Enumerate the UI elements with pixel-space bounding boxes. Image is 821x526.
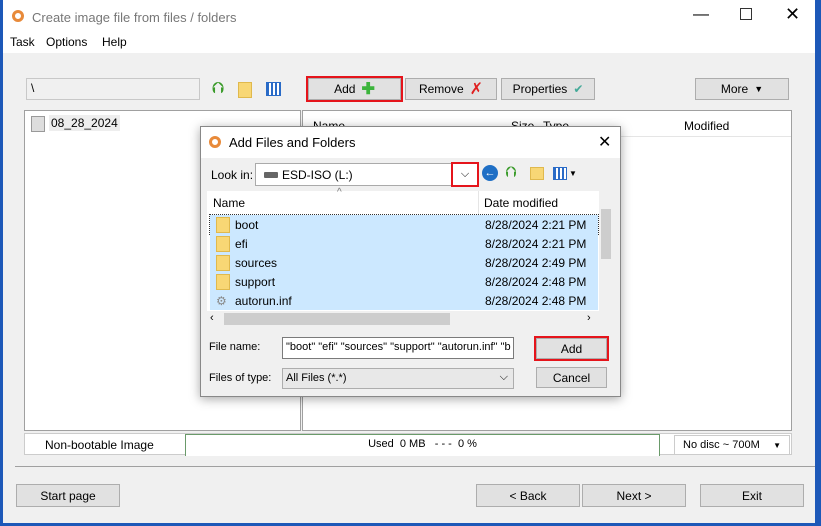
folder-icon (216, 273, 230, 290)
disc-image-icon (31, 116, 45, 132)
column-date-modified[interactable]: Date modified (484, 196, 558, 210)
item-date: 8/28/2024 2:48 PM (485, 293, 587, 308)
list-item[interactable]: ⚙ autorun.inf 8/28/2024 2:48 PM (210, 291, 598, 310)
dropdown-arrow-icon: ▼ (773, 441, 781, 450)
item-name: sources (235, 255, 278, 270)
add-label: Add (334, 82, 356, 96)
new-folder-icon[interactable] (530, 167, 544, 180)
item-date: 8/28/2024 2:21 PM (485, 236, 587, 251)
item-name: efi (235, 236, 248, 251)
separator (15, 466, 815, 467)
vertical-scrollbar[interactable] (599, 191, 613, 311)
sort-arrow-icon: ^ (337, 187, 342, 198)
remove-button[interactable]: Remove ✗ (405, 78, 497, 100)
app-icon (12, 10, 24, 22)
dialog-title-bar: Add Files and Folders ✕ (201, 127, 620, 158)
dialog-title: Add Files and Folders (229, 135, 356, 150)
view-menu-icon[interactable] (553, 167, 567, 180)
add-button[interactable]: Add ✚ (306, 76, 403, 102)
chevron-down-icon: ⌵ (499, 371, 508, 383)
path-input[interactable]: \ (26, 78, 200, 100)
item-date: 8/28/2024 2:21 PM (485, 217, 587, 232)
menu-task[interactable]: Task (10, 35, 35, 49)
minimize-button[interactable]: — (693, 6, 709, 24)
plus-icon: ✚ (361, 81, 375, 98)
list-item[interactable]: efi 8/28/2024 2:21 PM (210, 234, 598, 253)
dropdown-arrow-icon: ▼ (569, 169, 577, 178)
dialog-add-button[interactable]: Add (534, 336, 609, 361)
window-title: Create image file from files / folders (32, 10, 237, 25)
usage-text: Used 0 MB - - - 0 % (368, 438, 477, 450)
item-name: support (235, 274, 276, 289)
properties-label: Properties (512, 82, 568, 96)
view-icon[interactable] (266, 82, 281, 96)
start-page-button[interactable]: Start page (16, 484, 120, 507)
scrollbar-thumb[interactable] (224, 313, 450, 325)
item-date: 8/28/2024 2:49 PM (485, 255, 587, 270)
remove-label: Remove (418, 82, 464, 96)
properties-button[interactable]: Properties ✔ (501, 78, 595, 100)
list-item[interactable]: boot 8/28/2024 2:21 PM (209, 214, 599, 235)
up-folder-icon[interactable]: ⮉ (212, 80, 224, 98)
settings-file-icon: ⚙ (216, 293, 227, 308)
column-name[interactable]: Name (213, 196, 245, 210)
drive-icon (264, 172, 278, 178)
file-type-select[interactable]: All Files (*.*) ⌵ (282, 368, 514, 389)
item-name: boot (235, 217, 259, 232)
app-icon (209, 136, 221, 148)
status-bar: Non-bootable Image Used 0 MB - - - 0 % N… (24, 433, 792, 456)
title-bar: Create image file from files / folders —… (3, 0, 815, 33)
dialog-file-list[interactable]: ^ Name Date modified boot 8/28/2024 2:21 … (207, 187, 613, 328)
file-name-input[interactable]: "boot" "efi" "sources" "support" "autoru… (282, 337, 514, 359)
chevron-down-icon[interactable]: ⌵ (451, 162, 479, 187)
scrollbar-thumb[interactable] (601, 209, 611, 259)
dialog-close-button[interactable]: ✕ (598, 132, 611, 152)
up-folder-icon[interactable]: ⮉ (505, 164, 516, 181)
folder-icon (216, 235, 230, 252)
horizontal-scrollbar[interactable]: ‹ › (207, 311, 613, 328)
folder-icon (216, 216, 230, 233)
menu-bar: Task Options Help (3, 33, 815, 53)
x-icon: ✗ (469, 81, 484, 98)
list-item[interactable]: sources 8/28/2024 2:49 PM (210, 253, 598, 272)
file-type-label: Files of type: (209, 372, 272, 384)
exit-button[interactable]: Exit (700, 484, 804, 507)
look-in-label: Look in: (211, 168, 254, 182)
disc-size-value: No disc ~ 700M (683, 439, 760, 451)
dropdown-arrow-icon: ▼ (754, 84, 764, 94)
next-button[interactable]: Next > (582, 484, 686, 507)
add-files-dialog: Add Files and Folders ✕ Look in: ESD-ISO… (200, 126, 621, 397)
more-button[interactable]: More ▼ (695, 78, 789, 100)
file-name-label: File name: (209, 341, 261, 353)
column-modified[interactable]: Modified (684, 119, 729, 133)
back-icon[interactable]: ← (482, 165, 498, 181)
cancel-button[interactable]: Cancel (536, 367, 607, 388)
scroll-left-icon[interactable]: ‹ (210, 312, 214, 324)
document-check-icon: ✔ (573, 82, 584, 96)
menu-help[interactable]: Help (102, 35, 127, 49)
back-button[interactable]: < Back (476, 484, 580, 507)
boot-status[interactable]: Non-bootable Image (45, 438, 154, 452)
item-date: 8/28/2024 2:48 PM (485, 274, 587, 289)
item-name: autorun.inf (235, 293, 292, 308)
usage-bar: Used 0 MB - - - 0 % (185, 434, 660, 456)
look-in-value: ESD-ISO (L:) (282, 168, 353, 182)
more-label: More (720, 82, 749, 96)
file-type-value: All Files (*.*) (286, 372, 347, 384)
disc-size-select[interactable]: No disc ~ 700M ▼ (674, 435, 790, 455)
tree-item[interactable]: 08_28_2024 (49, 115, 120, 131)
close-button[interactable]: ✕ (785, 4, 800, 25)
look-in-select[interactable]: ESD-ISO (L:) ⌵ (255, 162, 479, 187)
menu-options[interactable]: Options (46, 35, 87, 49)
list-item[interactable]: support 8/28/2024 2:48 PM (210, 272, 598, 291)
folder-icon (216, 254, 230, 271)
maximize-button[interactable] (740, 8, 752, 20)
scroll-right-icon[interactable]: › (587, 312, 591, 324)
open-folder-icon[interactable] (238, 82, 252, 98)
